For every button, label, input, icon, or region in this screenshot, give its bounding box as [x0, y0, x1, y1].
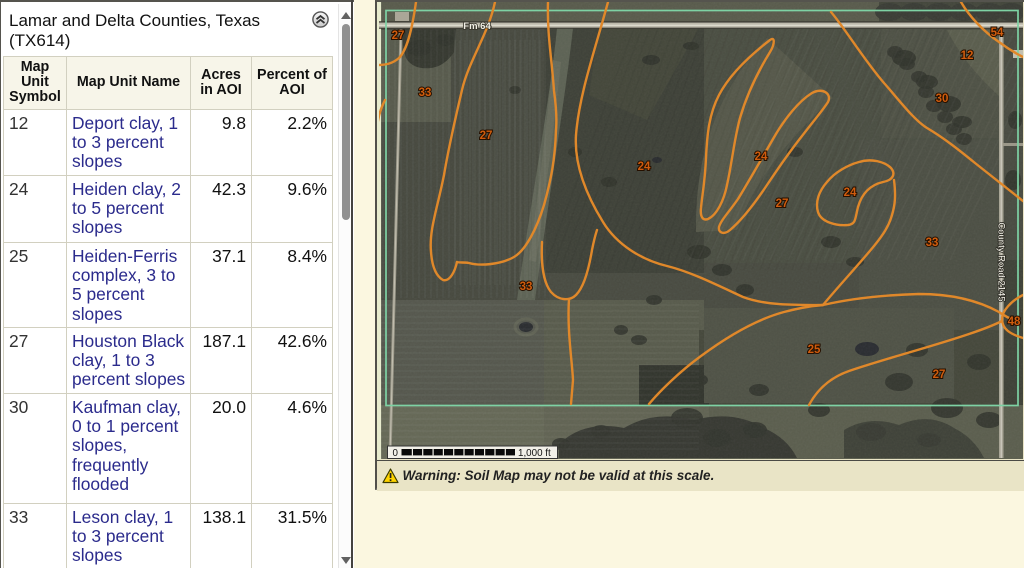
svg-text:Fm 64: Fm 64: [464, 21, 492, 32]
svg-text:24: 24: [844, 187, 857, 199]
svg-text:24: 24: [638, 161, 651, 173]
svg-text:25: 25: [808, 344, 821, 356]
svg-text:27: 27: [392, 30, 405, 42]
svg-text:48: 48: [1008, 316, 1021, 328]
svg-text:24: 24: [755, 151, 768, 163]
svg-text:54: 54: [991, 27, 1004, 39]
svg-text:0: 0: [393, 448, 399, 459]
svg-text:33: 33: [520, 281, 533, 293]
svg-text:27: 27: [480, 130, 493, 142]
svg-text:27: 27: [776, 198, 789, 210]
svg-text:33: 33: [926, 237, 939, 249]
svg-text:30: 30: [936, 93, 949, 105]
svg-text:1,000 ft: 1,000 ft: [518, 448, 551, 459]
svg-text:27: 27: [933, 369, 946, 381]
svg-text:12: 12: [961, 50, 974, 62]
svg-text:County Road 2145: County Road 2145: [996, 222, 1007, 301]
svg-text:33: 33: [419, 87, 432, 99]
